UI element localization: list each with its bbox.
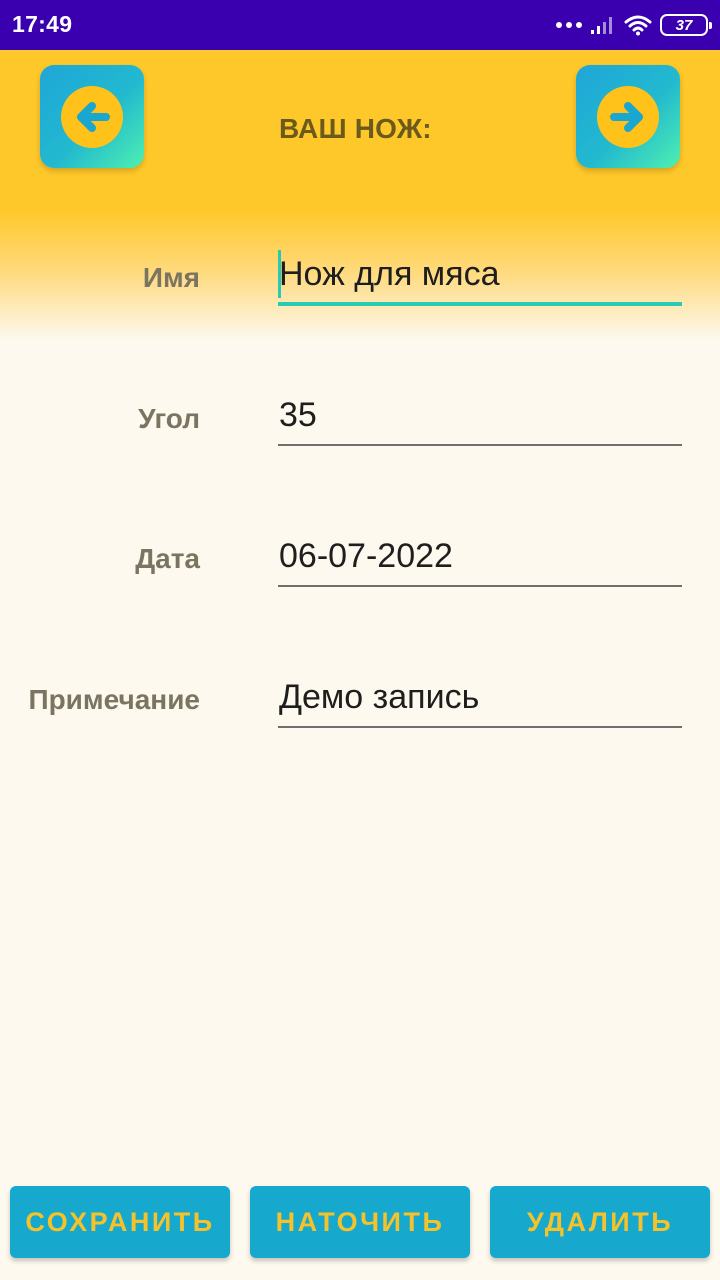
arrow-left-circle-icon xyxy=(61,85,123,148)
delete-button[interactable]: УДАЛИТЬ xyxy=(490,1186,710,1258)
previous-knife-button[interactable] xyxy=(40,65,144,168)
status-icons: 37 xyxy=(556,12,712,38)
next-knife-button[interactable] xyxy=(576,65,680,168)
note-field[interactable] xyxy=(278,668,682,728)
more-notifications-icon xyxy=(556,22,582,28)
date-field[interactable] xyxy=(278,527,682,587)
status-time: 17:49 xyxy=(12,11,73,37)
name-label: Имя xyxy=(142,262,200,293)
sharpen-button[interactable]: НАТОЧИТЬ xyxy=(250,1186,470,1258)
note-label: Примечание xyxy=(28,684,200,715)
text-cursor xyxy=(278,250,281,298)
name-field[interactable] xyxy=(278,246,682,306)
status-bar: 17:49 37 xyxy=(0,0,720,50)
arrow-right-circle-icon xyxy=(597,85,659,148)
battery-level: 37 xyxy=(675,16,693,34)
save-button[interactable]: СОХРАНИТЬ xyxy=(10,1186,230,1258)
date-label: Дата xyxy=(135,543,200,574)
angle-field[interactable] xyxy=(278,386,682,446)
page-title: ВАШ НОЖ: xyxy=(279,113,432,144)
battery-icon: 37 xyxy=(660,14,712,36)
wifi-icon xyxy=(624,15,652,36)
angle-label: Угол xyxy=(138,403,200,434)
signal-icon xyxy=(591,17,612,34)
